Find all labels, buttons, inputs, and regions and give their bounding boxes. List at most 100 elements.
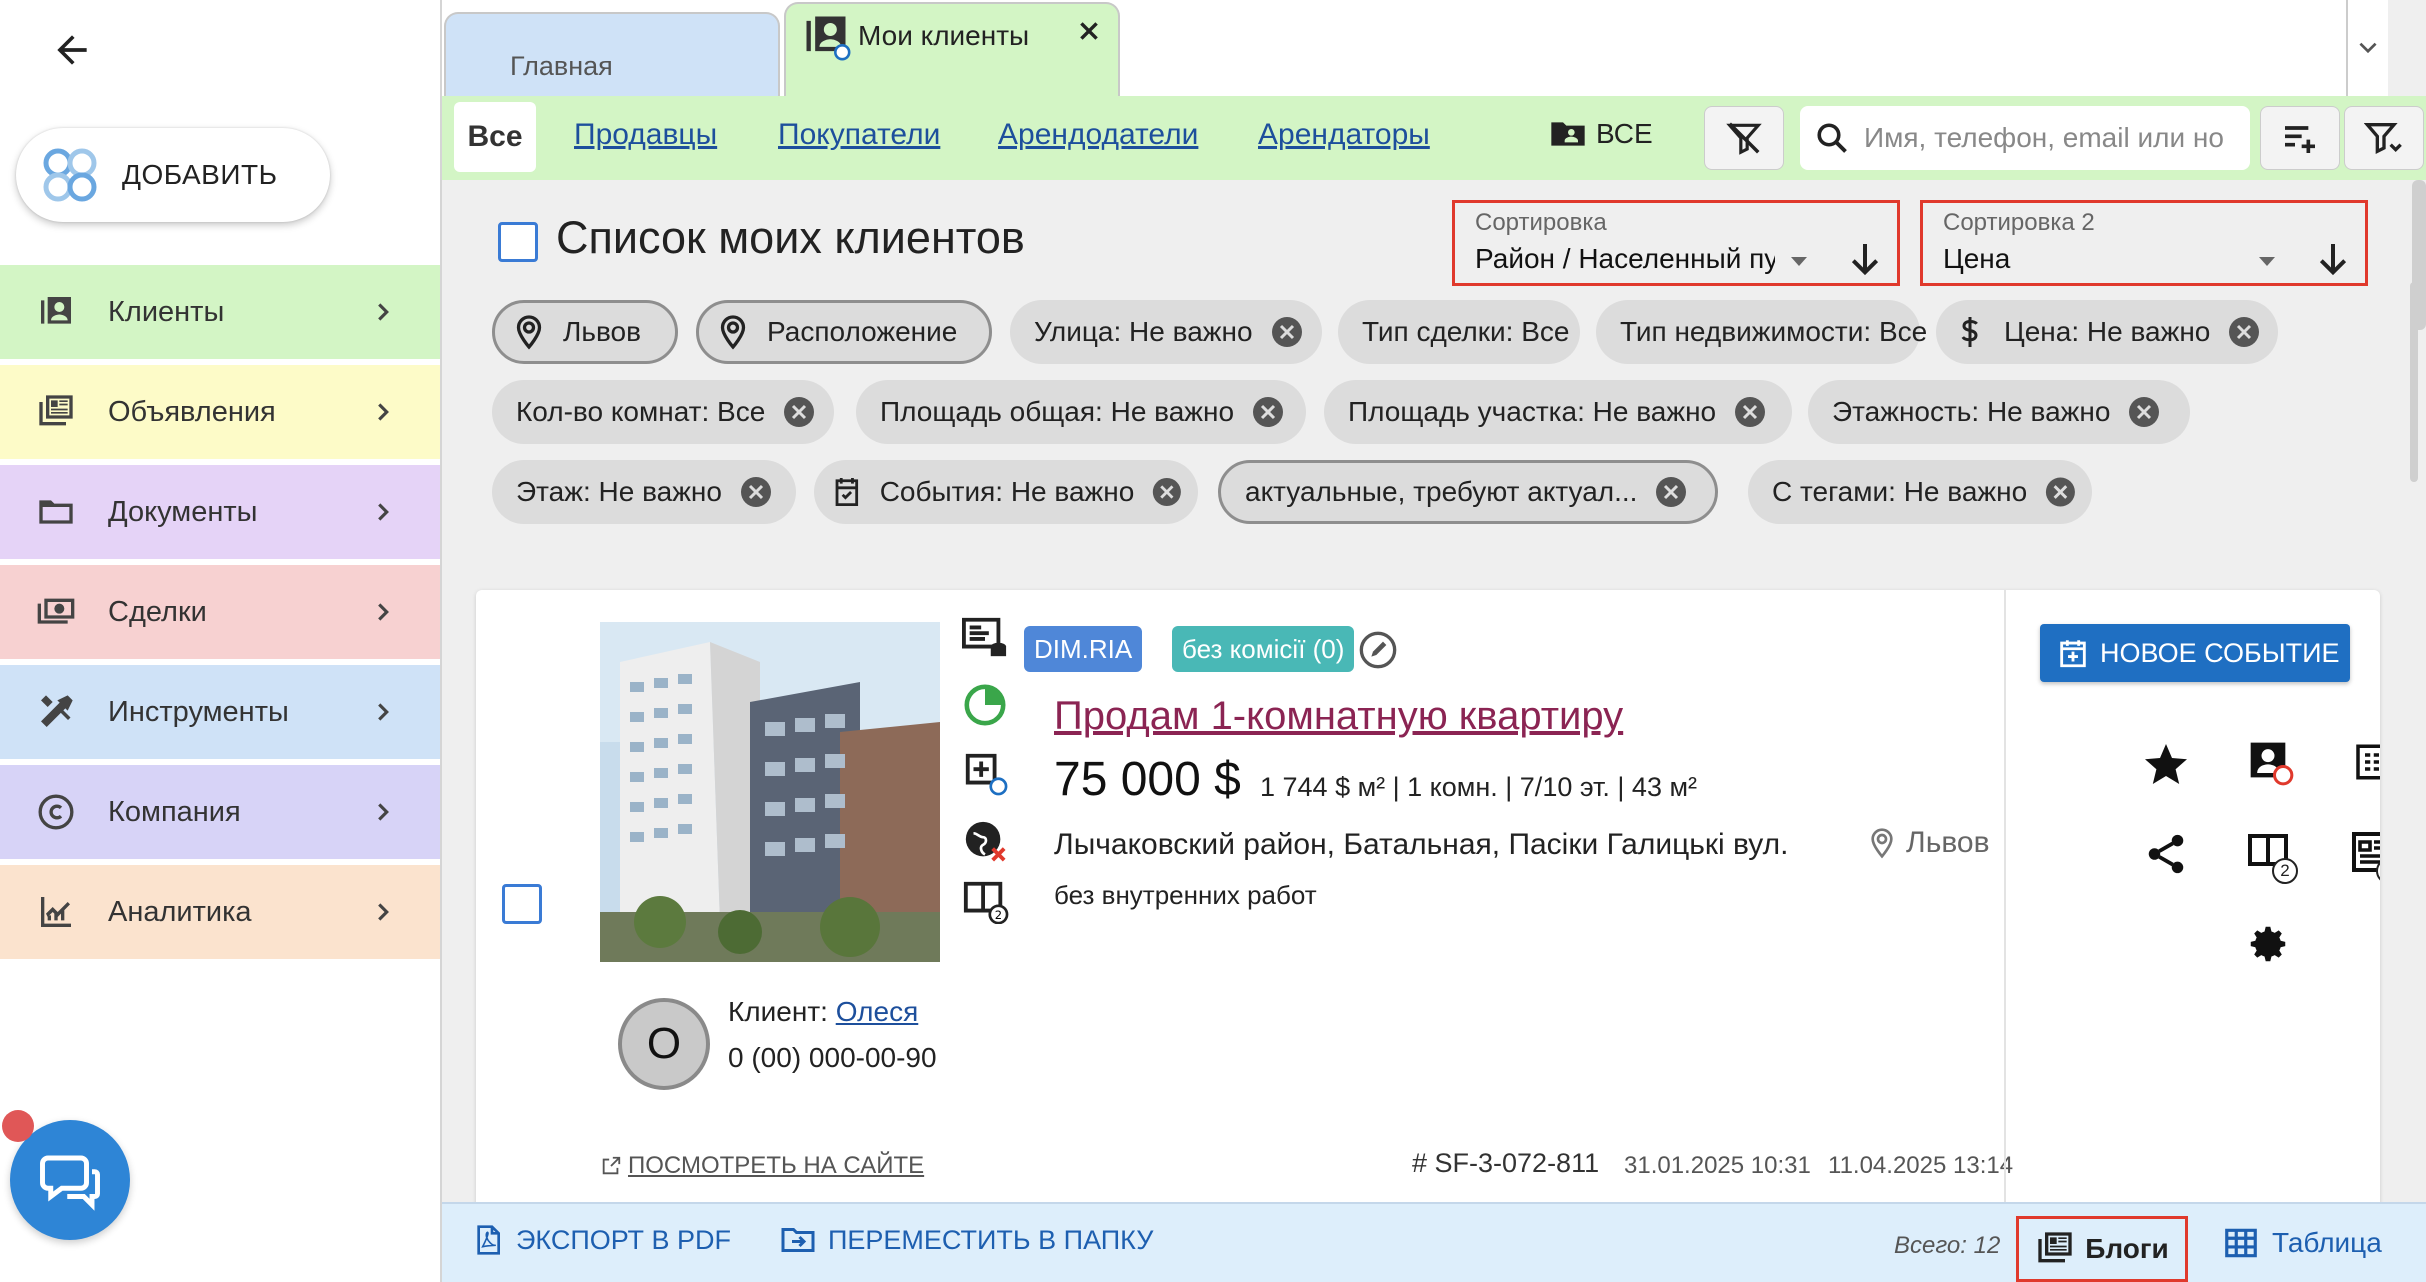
analytics-icon: [34, 890, 78, 934]
chip-events[interactable]: События: Не важно: [814, 460, 1198, 524]
chip-total-area[interactable]: Площадь общая: Не важно: [856, 380, 1306, 444]
arrow-down-icon[interactable]: [2313, 239, 2353, 279]
arrow-down-icon[interactable]: [1845, 239, 1885, 279]
client-contact-button[interactable]: [2242, 734, 2294, 786]
settings-button[interactable]: [2242, 918, 2294, 970]
filter-tab-all[interactable]: Все: [454, 102, 536, 172]
chip-location[interactable]: Расположение: [696, 300, 992, 364]
sort-primary-select[interactable]: Сортировка Район / Населенный пункт: [1452, 200, 1900, 286]
back-button[interactable]: [44, 22, 100, 78]
chip-label: Цена: Не важно: [2004, 316, 2211, 347]
listing-price: 75 000 $: [1054, 753, 1241, 806]
copyright-icon: [34, 790, 78, 834]
close-circle-icon[interactable]: [1250, 394, 1286, 430]
add-filter-button[interactable]: [2260, 106, 2340, 170]
filter-tab-tenants[interactable]: Арендаторы: [1258, 118, 1430, 152]
chip-plot-area[interactable]: Площадь участка: Не важно: [1324, 380, 1792, 444]
chip-label: Улица: Не важно: [1034, 316, 1253, 347]
created-timestamp: 31.01.2025 10:31: [1624, 1152, 1811, 1179]
listing-title-link[interactable]: Продам 1-комнатную квартиру: [1054, 694, 1623, 739]
commission-badge: без комісії (0): [1172, 626, 1355, 672]
chip-label: Тип сделки: Все: [1362, 316, 1570, 347]
move-to-folder-button[interactable]: ПЕРЕМЕСТИТЬ В ПАПКУ: [780, 1222, 1153, 1258]
clients-icon: [34, 290, 78, 334]
close-circle-icon[interactable]: [738, 474, 774, 510]
chip-floor[interactable]: Этаж: Не важно: [492, 460, 796, 524]
filter-tab-sellers[interactable]: Продавцы: [574, 118, 717, 152]
edit-icon[interactable]: [1358, 630, 1398, 670]
sidebar-item-label: Инструменты: [108, 695, 289, 728]
close-circle-icon[interactable]: [2226, 314, 2262, 350]
close-circle-icon[interactable]: [1732, 394, 1768, 430]
chip-deal-type[interactable]: Тип сделки: Все: [1338, 300, 1580, 364]
map-marker-icon: [516, 315, 542, 350]
sidebar-item-listings[interactable]: Объявления: [0, 362, 440, 459]
sidebar-item-clients[interactable]: Клиенты: [0, 262, 440, 359]
calculator-button[interactable]: [2346, 736, 2380, 788]
chevron-right-icon: [378, 803, 389, 821]
documents-button[interactable]: 2: [2242, 826, 2298, 884]
listings-button[interactable]: 2: [2346, 826, 2380, 884]
tabs-dropdown-button[interactable]: [2346, 0, 2388, 96]
caret-down-icon: [2259, 257, 2275, 266]
share-button[interactable]: [2140, 828, 2192, 880]
dollar-icon: [1961, 317, 1978, 347]
view-table-button[interactable]: Таблица: [2222, 1224, 2382, 1262]
clear-filters-button[interactable]: [1704, 106, 1784, 170]
filter-menu-button[interactable]: [2344, 106, 2424, 170]
sidebar-item-documents[interactable]: Документы: [0, 462, 440, 559]
chip-label: Этажность: Не важно: [1832, 396, 2111, 427]
select-all-checkbox[interactable]: [498, 222, 538, 262]
export-pdf-label: ЭКСПОРТ В PDF: [516, 1224, 732, 1255]
chip-rooms[interactable]: Кол-во комнат: Все: [492, 380, 834, 444]
new-event-button[interactable]: НОВОЕ СОБЫТИЕ: [2040, 624, 2350, 682]
listing-photo[interactable]: [600, 622, 940, 962]
chip-label: Площадь общая: Не важно: [880, 396, 1235, 427]
sort-secondary-select[interactable]: Сортировка 2 Цена: [1920, 200, 2368, 286]
close-circle-icon[interactable]: [2043, 474, 2078, 510]
chip-city[interactable]: Львов: [492, 300, 678, 364]
sidebar-item-company[interactable]: Компания: [0, 762, 440, 859]
chip-street[interactable]: Улица: Не важно: [1010, 300, 1322, 364]
close-circle-icon[interactable]: [781, 394, 817, 430]
client-avatar[interactable]: О: [618, 998, 710, 1090]
table-icon: [2225, 1228, 2257, 1258]
chevron-right-icon: [378, 703, 389, 721]
chip-relevance[interactable]: актуальные, требуют актуал...: [1218, 460, 1718, 524]
favorite-button[interactable]: [2140, 738, 2192, 790]
search-field[interactable]: [1800, 106, 2250, 170]
close-circle-icon[interactable]: [1269, 314, 1305, 350]
chip-price[interactable]: Цена: Не важно: [1936, 300, 2278, 364]
chevron-right-icon: [378, 303, 389, 321]
close-circle-icon[interactable]: [1150, 474, 1184, 510]
chip-property-type[interactable]: Тип недвижимости: Все: [1596, 300, 1927, 364]
close-circle-icon[interactable]: [2126, 394, 2162, 430]
filter-tab-buyers[interactable]: Покупатели: [778, 118, 940, 152]
close-circle-icon[interactable]: [1653, 474, 1689, 510]
folder-filter-button[interactable]: ВСЕ: [1548, 114, 1653, 154]
add-button[interactable]: ДОБАВИТЬ: [16, 128, 330, 222]
tab-my-clients[interactable]: Мои клиенты: [784, 2, 1120, 98]
page-scrollbar[interactable]: [2412, 180, 2426, 330]
sidebar-item-analytics[interactable]: Аналитика: [0, 862, 440, 959]
sidebar-item-tools[interactable]: Инструменты: [0, 662, 440, 759]
filter-off-icon: [1726, 122, 1762, 155]
tab-home[interactable]: Главная: [444, 12, 780, 98]
deals-icon: [34, 590, 78, 634]
search-input[interactable]: [1864, 122, 2234, 154]
listing-city: Львов: [1866, 826, 1990, 860]
chip-floors-count[interactable]: Этажность: Не важно: [1808, 380, 2190, 444]
client-name-link[interactable]: Олеся: [836, 996, 919, 1027]
chip-tags[interactable]: С тегами: Не важно: [1748, 460, 2092, 524]
caret-down-icon: [1791, 257, 1807, 266]
app-logo-icon: [43, 148, 97, 202]
close-icon[interactable]: [1076, 18, 1102, 44]
view-on-site-link[interactable]: ПОСМОТРЕТЬ НА САЙТЕ: [600, 1152, 924, 1180]
client-badge-icon: [2250, 742, 2294, 786]
filter-tab-landlords[interactable]: Арендодатели: [998, 118, 1198, 152]
export-pdf-button[interactable]: ЭКСПОРТ В PDF: [472, 1222, 731, 1258]
card-checkbox[interactable]: [502, 884, 542, 924]
sidebar-item-deals[interactable]: Сделки: [0, 562, 440, 659]
view-blogs-button[interactable]: Блоги: [2016, 1216, 2188, 1282]
view-cards-icon: [2038, 1232, 2072, 1263]
